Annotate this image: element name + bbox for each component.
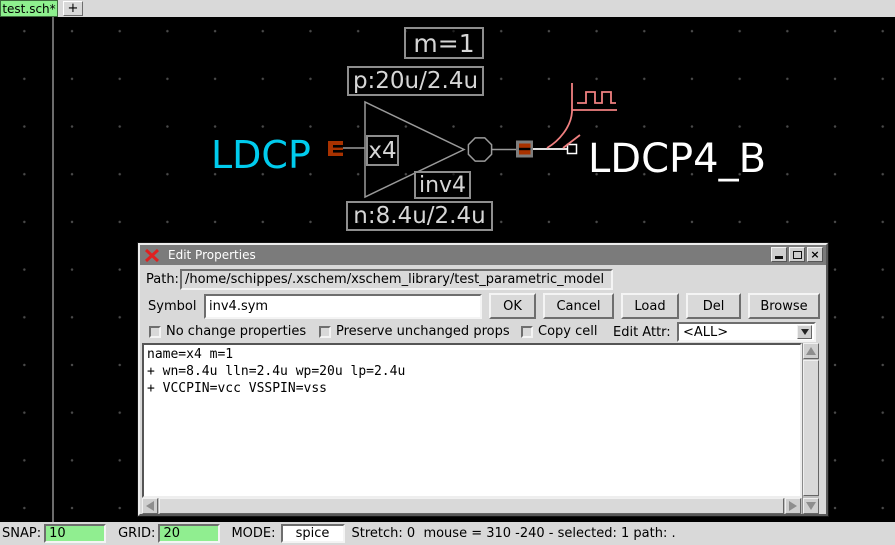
- output-pin-icon[interactable]: [516, 141, 533, 158]
- arrow-right-icon: [789, 501, 797, 511]
- net-label-ldcp[interactable]: LDCP: [211, 133, 311, 177]
- minimize-button[interactable]: [771, 247, 787, 262]
- dialog-title: Edit Properties: [168, 248, 256, 262]
- inverter-bubble-icon: [468, 138, 491, 161]
- maximize-icon: [793, 251, 802, 259]
- param-p-label[interactable]: p:20u/2.4u: [347, 66, 484, 96]
- mode-label: MODE:: [231, 526, 275, 541]
- new-tab-button[interactable]: +: [63, 1, 83, 16]
- symbol-label: Symbol: [148, 299, 196, 314]
- checkbox-label: No change properties: [166, 324, 306, 339]
- arrow-up-icon: [806, 347, 816, 355]
- arrow-down-icon: [806, 502, 816, 510]
- load-button[interactable]: Load: [621, 293, 679, 319]
- scroll-right-button[interactable]: [785, 498, 801, 514]
- vertical-scrollbar[interactable]: [802, 343, 819, 514]
- symbol-name-label[interactable]: inv4: [414, 171, 471, 199]
- copy-cell-checkbox[interactable]: Copy cell: [521, 324, 597, 339]
- properties-textarea[interactable]: name=x4 m=1 + wn=8.4u lln=2.4u wp=20u lp…: [142, 343, 802, 498]
- chevron-down-icon: [801, 329, 809, 335]
- checkbox-label: Preserve unchanged props: [336, 324, 510, 339]
- checkbox-label: Copy cell: [538, 324, 597, 339]
- arrow-left-icon: [146, 501, 154, 511]
- param-m-label[interactable]: m=1: [404, 27, 484, 59]
- xschem-window: { "tab_bar": { "active_tab": "test.sch*"…: [0, 0, 895, 545]
- checkbox-icon[interactable]: [319, 326, 331, 338]
- close-icon: ×: [810, 248, 819, 261]
- net-label-ldcp4-b[interactable]: LDCP4_B: [588, 136, 766, 182]
- vertical-scroll-thumb[interactable]: [803, 360, 819, 496]
- edit-attr-value: <ALL>: [679, 325, 797, 340]
- ok-button[interactable]: OK: [489, 293, 536, 319]
- path-label: Path:: [146, 272, 179, 287]
- symbol-input[interactable]: inv4.sym: [204, 294, 482, 319]
- instance-name-label[interactable]: x4: [366, 135, 399, 166]
- browse-button[interactable]: Browse: [748, 293, 820, 319]
- status-bar: SNAP: 10 GRID: 20 MODE: spice Stretch: 0…: [0, 522, 895, 545]
- del-button[interactable]: Del: [686, 293, 741, 319]
- edit-attr-dropdown[interactable]: <ALL>: [677, 322, 816, 342]
- scroll-down-button[interactable]: [803, 498, 819, 514]
- horizontal-scroll-thumb[interactable]: [159, 498, 784, 514]
- net-terminal-icon[interactable]: [568, 145, 577, 154]
- input-pin-icon[interactable]: [328, 141, 343, 156]
- edit-properties-dialog: Edit Properties × Path: /home/schippes/.…: [138, 243, 828, 516]
- param-n-label[interactable]: n:8.4u/2.4u: [346, 201, 493, 231]
- no-change-properties-checkbox[interactable]: No change properties: [149, 324, 306, 339]
- scroll-up-button[interactable]: [803, 343, 819, 359]
- grid-label: GRID:: [118, 526, 155, 541]
- checkbox-icon[interactable]: [149, 326, 161, 338]
- edit-attr-label: Edit Attr:: [613, 325, 671, 340]
- minimize-icon: [775, 256, 783, 259]
- grid-input[interactable]: 20: [158, 524, 220, 543]
- mode-input[interactable]: spice: [281, 524, 345, 543]
- preserve-unchanged-props-checkbox[interactable]: Preserve unchanged props: [319, 324, 510, 339]
- snap-input[interactable]: 10: [44, 524, 106, 543]
- maximize-button[interactable]: [789, 247, 805, 262]
- horizontal-scrollbar[interactable]: [142, 498, 802, 514]
- close-button[interactable]: ×: [807, 247, 823, 262]
- status-info-text: Stretch: 0 mouse = 310 -240 - selected: …: [352, 526, 676, 541]
- scroll-left-button[interactable]: [142, 498, 158, 514]
- xschem-logo-icon: [145, 249, 159, 262]
- checkbox-icon[interactable]: [521, 326, 533, 338]
- tab-bar: test.sch* +: [0, 0, 895, 17]
- dropdown-arrow-button[interactable]: [797, 325, 812, 339]
- cancel-button[interactable]: Cancel: [543, 293, 614, 319]
- dialog-title-bar[interactable]: Edit Properties ×: [140, 245, 826, 265]
- path-field[interactable]: /home/schippes/.xschem/xschem_library/te…: [182, 271, 611, 288]
- snap-label: SNAP:: [2, 526, 41, 541]
- tab-test-sch[interactable]: test.sch*: [0, 0, 58, 17]
